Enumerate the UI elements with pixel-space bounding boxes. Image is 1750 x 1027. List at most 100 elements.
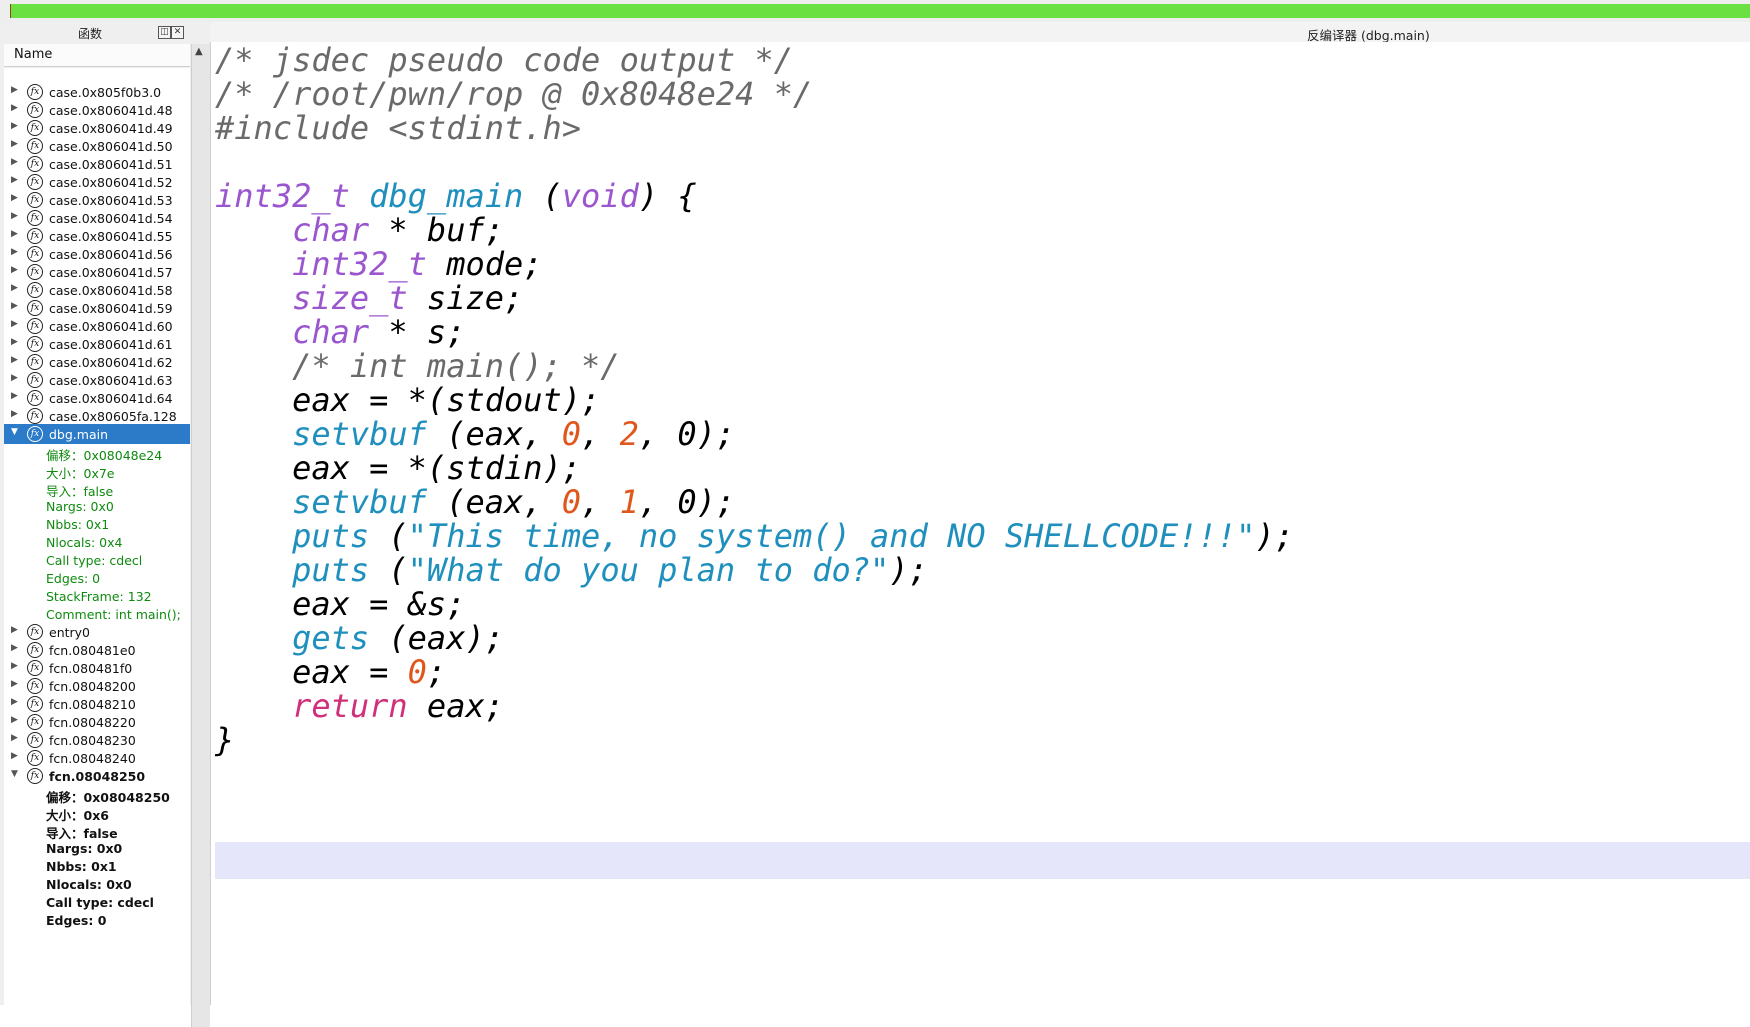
function-item-selected[interactable]: ▼ fx dbg.main bbox=[4, 424, 190, 444]
code-line[interactable]: puts ("What do you plan to do?"); bbox=[215, 552, 928, 588]
code-line[interactable]: /* jsdec pseudo code output */ bbox=[215, 42, 793, 78]
function-item[interactable]: ▶ fx fcn.08048230 bbox=[4, 730, 190, 750]
expand-arrow-right-icon[interactable]: ▶ bbox=[11, 157, 18, 167]
function-item[interactable]: ▶ fx case.0x806041d.55 bbox=[4, 226, 190, 246]
name-column-header[interactable]: Name bbox=[4, 44, 190, 67]
scroll-up-icon[interactable]: ▲ bbox=[195, 46, 203, 57]
expand-arrow-right-icon[interactable]: ▶ bbox=[11, 121, 18, 131]
function-item[interactable]: ▶ fx case.0x806041d.64 bbox=[4, 388, 190, 408]
function-item[interactable]: ▶ fx case.0x806041d.52 bbox=[4, 172, 190, 192]
code-line[interactable]: /* /root/pwn/rop @ 0x8048e24 */ bbox=[215, 76, 812, 112]
code-line[interactable]: eax = 0; bbox=[215, 654, 446, 690]
code-line[interactable]: int32_t mode; bbox=[215, 245, 542, 283]
code-line[interactable]: /* int main(); */ bbox=[215, 348, 620, 384]
function-item[interactable]: ▶ fx fcn.080481f0 bbox=[4, 658, 190, 678]
function-item[interactable]: ▶ fx case.0x806041d.50 bbox=[4, 136, 190, 156]
expand-arrow-right-icon[interactable]: ▶ bbox=[11, 337, 18, 347]
expand-arrow-right-icon[interactable]: ▶ bbox=[11, 85, 18, 95]
function-item[interactable]: ▶ fx case.0x806041d.59 bbox=[4, 298, 190, 318]
code-line[interactable]: int32_t dbg_main (void) { bbox=[215, 178, 697, 214]
code-line[interactable]: setvbuf (eax, 0, 1, 0); bbox=[215, 484, 735, 520]
function-item[interactable]: ▶ fx case.0x806041d.58 bbox=[4, 280, 190, 300]
code-line[interactable]: size_t size; bbox=[215, 280, 523, 316]
close-icon[interactable]: ✕ bbox=[171, 26, 184, 39]
expand-arrow-right-icon[interactable]: ▶ bbox=[11, 751, 18, 761]
expand-arrow-down-icon[interactable]: ▼ bbox=[11, 769, 18, 779]
code-line[interactable]: } bbox=[215, 722, 234, 758]
function-item[interactable]: ▶ fx case.0x806041d.48 bbox=[4, 100, 190, 120]
function-item[interactable]: ▶ fx entry0 bbox=[4, 622, 190, 642]
expand-arrow-right-icon[interactable]: ▶ bbox=[11, 247, 18, 257]
expand-arrow-right-icon[interactable]: ▶ bbox=[11, 319, 18, 329]
expand-arrow-right-icon[interactable]: ▶ bbox=[11, 175, 18, 185]
function-icon: fx bbox=[27, 408, 43, 424]
functions-scrollbar[interactable]: ▲ bbox=[191, 44, 210, 1027]
function-item[interactable]: ▶ fx case.0x806041d.49 bbox=[4, 118, 190, 138]
function-icon: fx bbox=[27, 300, 43, 316]
code-line[interactable]: eax = &s; bbox=[215, 586, 465, 622]
expand-arrow-right-icon[interactable]: ▶ bbox=[11, 697, 18, 707]
decompiler-code-view[interactable]: /* jsdec pseudo code output *//* /root/p… bbox=[210, 42, 1750, 1005]
function-item[interactable]: ▶ fx fcn.08048220 bbox=[4, 712, 190, 732]
expand-arrow-right-icon[interactable]: ▶ bbox=[11, 139, 18, 149]
expand-arrow-right-icon[interactable]: ▶ bbox=[11, 301, 18, 311]
function-item[interactable]: ▶ fx fcn.08048200 bbox=[4, 676, 190, 696]
expand-arrow-right-icon[interactable]: ▶ bbox=[11, 733, 18, 743]
function-name: fcn.08048210 bbox=[49, 697, 136, 712]
expand-arrow-down-icon[interactable]: ▼ bbox=[11, 427, 18, 437]
code-line[interactable]: char * buf; bbox=[215, 212, 504, 248]
expand-arrow-right-icon[interactable]: ▶ bbox=[11, 193, 18, 203]
function-name: fcn.08048220 bbox=[49, 715, 136, 730]
expand-arrow-right-icon[interactable]: ▶ bbox=[11, 373, 18, 383]
function-item[interactable]: ▶ fx fcn.08048210 bbox=[4, 694, 190, 714]
float-dock-icon[interactable]: ◫ bbox=[158, 26, 171, 39]
expand-arrow-right-icon[interactable]: ▶ bbox=[11, 103, 18, 113]
function-item[interactable]: ▶ fx case.0x806041d.54 bbox=[4, 208, 190, 228]
function-item[interactable]: ▶ fx case.0x806041d.56 bbox=[4, 244, 190, 264]
expand-arrow-right-icon[interactable]: ▶ bbox=[11, 661, 18, 671]
function-item[interactable]: ▶ fx case.0x806041d.57 bbox=[4, 262, 190, 282]
expand-arrow-right-icon[interactable]: ▶ bbox=[11, 265, 18, 275]
function-item[interactable]: ▶ fx case.0x806041d.61 bbox=[4, 334, 190, 354]
code-line[interactable]: puts ("This time, no system() and NO SHE… bbox=[215, 518, 1294, 554]
function-name: fcn.08048200 bbox=[49, 679, 136, 694]
function-item[interactable]: ▶ fx case.0x805f0b3.0 bbox=[4, 82, 190, 102]
function-item[interactable]: ▶ fx fcn.080481e0 bbox=[4, 640, 190, 660]
function-name: fcn.08048230 bbox=[49, 733, 136, 748]
expand-arrow-right-icon[interactable]: ▶ bbox=[11, 643, 18, 653]
progress-bar bbox=[0, 0, 1750, 22]
expand-arrow-right-icon[interactable]: ▶ bbox=[11, 355, 18, 365]
function-item[interactable]: ▶ fx case.0x80605fa.128 bbox=[4, 406, 190, 426]
function-property: 大小：0x6 bbox=[46, 808, 109, 823]
code-line[interactable]: #include <stdint.h> bbox=[215, 110, 581, 146]
functions-tree: ▶ fx case.0x805f0b3.0 ▶ fx case.0x806041d.48 ▶… bbox=[4, 68, 190, 1027]
expand-arrow-right-icon[interactable]: ▶ bbox=[11, 391, 18, 401]
expand-arrow-right-icon[interactable]: ▶ bbox=[11, 409, 18, 419]
expand-arrow-right-icon[interactable]: ▶ bbox=[11, 211, 18, 221]
function-item[interactable]: ▶ fx case.0x806041d.53 bbox=[4, 190, 190, 210]
code-number: 0 bbox=[561, 415, 582, 453]
expand-arrow-right-icon[interactable]: ▶ bbox=[11, 283, 18, 293]
expand-arrow-right-icon[interactable]: ▶ bbox=[11, 625, 18, 635]
expand-arrow-right-icon[interactable]: ▶ bbox=[11, 679, 18, 689]
code-line[interactable]: char * s; bbox=[215, 314, 465, 350]
function-item[interactable]: ▶ fx fcn.08048240 bbox=[4, 748, 190, 768]
function-icon: fx bbox=[27, 768, 43, 784]
function-item[interactable]: ▶ fx case.0x806041d.51 bbox=[4, 154, 190, 174]
code-line[interactable]: return eax; bbox=[215, 688, 504, 724]
code-line[interactable]: setvbuf (eax, 0, 2, 0); bbox=[215, 416, 735, 452]
code-comment: /* jsdec pseudo code output */ bbox=[215, 41, 793, 79]
code-line[interactable]: eax = *(stdin); bbox=[215, 450, 581, 486]
function-icon: fx bbox=[27, 336, 43, 352]
expand-arrow-right-icon[interactable]: ▶ bbox=[11, 229, 18, 239]
function-item[interactable]: ▶ fx case.0x806041d.63 bbox=[4, 370, 190, 390]
function-item[interactable]: ▶ fx case.0x806041d.60 bbox=[4, 316, 190, 336]
expand-arrow-right-icon[interactable]: ▶ bbox=[11, 715, 18, 725]
code-text: , bbox=[581, 415, 620, 453]
code-text: ; bbox=[426, 653, 447, 691]
function-item-expanded[interactable]: ▼ fx fcn.08048250 bbox=[4, 766, 190, 786]
code-line[interactable]: eax = *(stdout); bbox=[215, 382, 600, 418]
function-item[interactable]: ▶ fx case.0x806041d.62 bbox=[4, 352, 190, 372]
code-line[interactable]: gets (eax); bbox=[215, 620, 504, 656]
